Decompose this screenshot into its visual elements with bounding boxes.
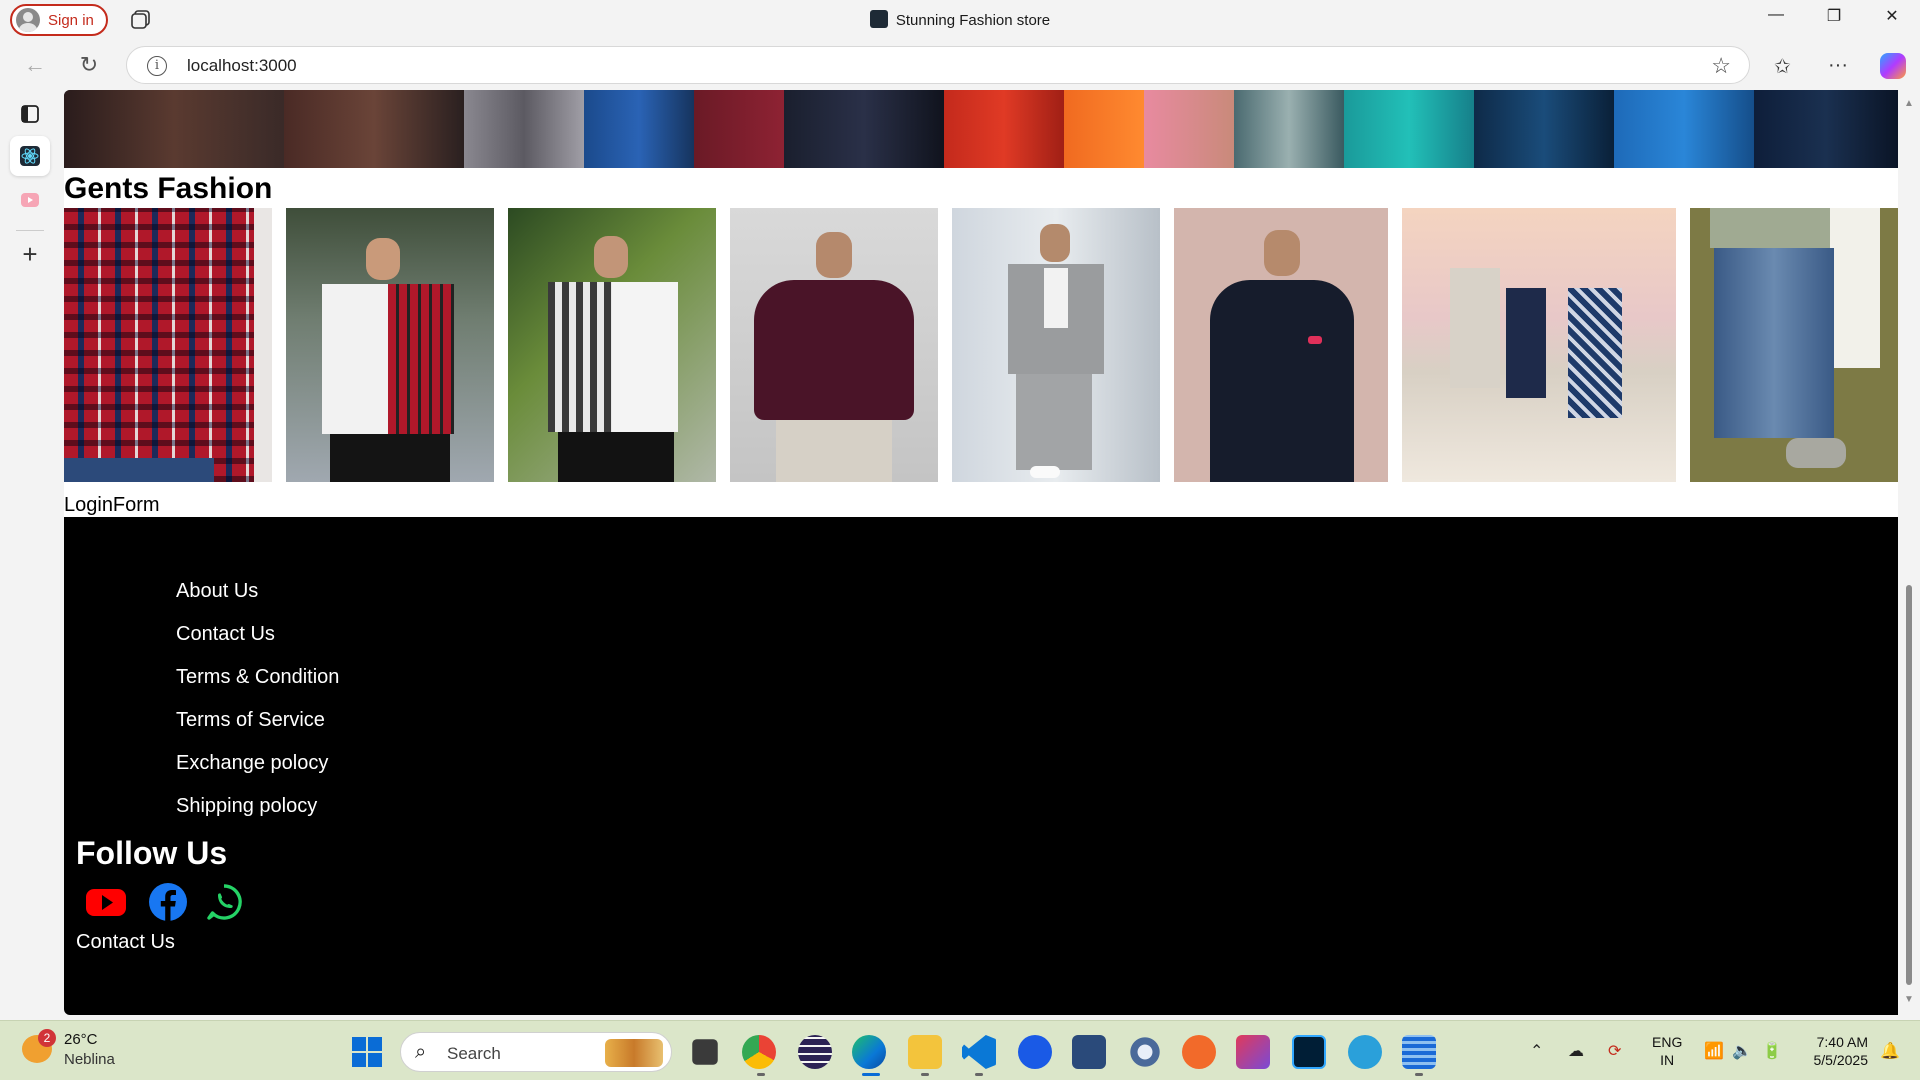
footer-link-about-us[interactable]: About Us (176, 579, 339, 622)
weather-badge: 2 (38, 1029, 56, 1047)
address-bar[interactable]: i localhost:3000 ☆ (126, 46, 1750, 84)
footer-link-contact-us[interactable]: Contact Us (176, 622, 339, 665)
tab-list-icon[interactable] (10, 94, 50, 134)
add-tab-icon[interactable]: + (10, 234, 50, 274)
weather-temperature: 26°C (64, 1031, 98, 1048)
windows-taskbar: 2 26°C Neblina ⌕ Search ⌃ ☁ ⟳ ENG IN 📶 🔈… (0, 1020, 1920, 1080)
taskbar-search-label: Search (447, 1044, 501, 1063)
search-highlight-icon (605, 1039, 663, 1067)
refresh-icon[interactable]: ↻ (74, 50, 104, 80)
zoom-icon[interactable] (1018, 1035, 1052, 1069)
show-hidden-icons-chevron-icon[interactable]: ⌃ (1530, 1041, 1543, 1061)
react-favicon-icon (869, 10, 888, 28)
mysql-workbench-icon[interactable] (1072, 1035, 1106, 1069)
section-title: Gents Fashion (64, 172, 273, 205)
sidebar-tab-react-icon[interactable] (10, 136, 50, 176)
login-form-label: LoginForm (64, 494, 160, 516)
postman-icon[interactable] (1182, 1035, 1216, 1069)
weather-condition: Neblina (64, 1051, 115, 1068)
search-icon: ⌕ (415, 1041, 427, 1063)
edge-icon[interactable] (852, 1035, 886, 1069)
footer-contact-us[interactable]: Contact Us (76, 931, 175, 954)
favorite-star-icon[interactable]: ☆ (1711, 53, 1731, 79)
facebook-icon[interactable] (148, 882, 188, 922)
browser-sidebar: + (0, 90, 60, 1020)
page-scrollbar[interactable]: ▲ ▼ (1898, 90, 1920, 1015)
product-image-beach-group[interactable] (1402, 208, 1676, 482)
taskbar-search[interactable]: ⌕ Search (400, 1032, 672, 1072)
footer-links: About Us Contact Us Terms & Condition Te… (176, 579, 339, 837)
favorites-icon[interactable]: ✩ (1774, 54, 1791, 79)
windows-logo-tile (368, 1037, 382, 1051)
scroll-down-arrow-icon[interactable]: ▼ (1904, 994, 1914, 1005)
system-clock[interactable]: 7:40 AM 5/5/2025 (1800, 1033, 1869, 1069)
eclipse-icon[interactable] (798, 1035, 832, 1069)
task-view-icon[interactable] (692, 1039, 718, 1065)
language-code: ENG (1652, 1034, 1683, 1050)
chrome-running-indicator (757, 1073, 765, 1076)
restore-button[interactable]: ❐ (1814, 6, 1854, 26)
clock-date: 5/5/2025 (1813, 1052, 1869, 1068)
product-image-check-white-shirt[interactable] (508, 208, 716, 482)
site-info-icon[interactable]: i (147, 56, 167, 76)
notifications-bell-icon[interactable]: 🔔 (1880, 1041, 1900, 1061)
wifi-icon[interactable]: 📶 (1704, 1041, 1724, 1061)
vscode-icon[interactable] (962, 1035, 996, 1069)
product-image-maroon-shirt[interactable] (730, 208, 938, 482)
product-image-grey-suit[interactable] (952, 208, 1160, 482)
close-button[interactable]: ✕ (1872, 6, 1912, 26)
onedrive-icon[interactable]: ☁ (1568, 1041, 1584, 1061)
footer-link-shipping-policy[interactable]: Shipping polocy (176, 794, 339, 837)
edge-active-indicator (862, 1073, 880, 1076)
browser-title-bar: Sign in Stunning Fashion store — ❐ ✕ (0, 0, 1920, 40)
product-gallery (64, 208, 1898, 482)
youtube-icon[interactable] (86, 882, 126, 922)
minimize-button[interactable]: — (1756, 6, 1796, 24)
window-title-text: Stunning Fashion store (895, 12, 1051, 29)
url-text[interactable]: localhost:3000 (187, 56, 297, 76)
volume-icon[interactable]: 🔈 (1732, 1041, 1752, 1061)
settings-icon[interactable] (1128, 1035, 1162, 1069)
scroll-thumb[interactable] (1906, 585, 1912, 985)
footer-link-terms-of-service[interactable]: Terms of Service (176, 708, 339, 751)
windows-logo-tile (368, 1053, 382, 1067)
product-image-navy-bandhgala[interactable] (1174, 208, 1388, 482)
sidebar-tab-youtube-icon[interactable] (10, 180, 50, 220)
banner-image (64, 90, 1898, 168)
file-explorer-icon[interactable] (908, 1035, 942, 1069)
notepad-running-indicator (1415, 1073, 1423, 1076)
explorer-running-indicator (921, 1073, 929, 1076)
more-options-icon[interactable]: ··· (1828, 54, 1848, 77)
scroll-up-arrow-icon[interactable]: ▲ (1904, 98, 1914, 109)
windows-logo-tile (352, 1037, 366, 1051)
language-indicator[interactable]: ENG IN (1652, 1033, 1682, 1069)
follow-us-heading: Follow Us (76, 835, 228, 871)
back-arrow-icon[interactable]: ← (20, 50, 50, 80)
vscode-running-indicator (975, 1073, 983, 1076)
region-code: IN (1660, 1052, 1675, 1068)
windows-logo-tile (352, 1053, 366, 1067)
chrome-icon[interactable] (742, 1035, 776, 1069)
sidebar-divider (16, 230, 44, 231)
clock-time: 7:40 AM (1816, 1034, 1868, 1050)
product-image-ripped-jeans[interactable] (1690, 208, 1898, 482)
product-image-red-check-shirt[interactable] (64, 208, 272, 482)
photoshop-icon[interactable] (1292, 1035, 1326, 1069)
page-viewport: Gents Fashion LoginForm About Us Contact… (64, 90, 1898, 1015)
copilot-icon[interactable] (1880, 53, 1906, 79)
footer-link-exchange-policy[interactable]: Exchange polocy (176, 751, 339, 794)
sync-icon[interactable]: ⟳ (1608, 1041, 1621, 1061)
browser-toolbar: ← ↻ i localhost:3000 ☆ ✩ ··· (0, 40, 1920, 90)
window-title: Stunning Fashion store (0, 10, 1920, 29)
product-image-red-white-shirt[interactable] (286, 208, 494, 482)
battery-icon[interactable]: 🔋 (1762, 1041, 1782, 1061)
snipping-tool-icon[interactable] (1236, 1035, 1270, 1069)
start-button[interactable] (352, 1037, 382, 1067)
site-footer: About Us Contact Us Terms & Condition Te… (64, 517, 1898, 1015)
footer-link-terms-condition[interactable]: Terms & Condition (176, 665, 339, 708)
notepad-icon[interactable] (1402, 1035, 1436, 1069)
telegram-icon[interactable] (1348, 1035, 1382, 1069)
whatsapp-icon[interactable] (204, 882, 244, 922)
